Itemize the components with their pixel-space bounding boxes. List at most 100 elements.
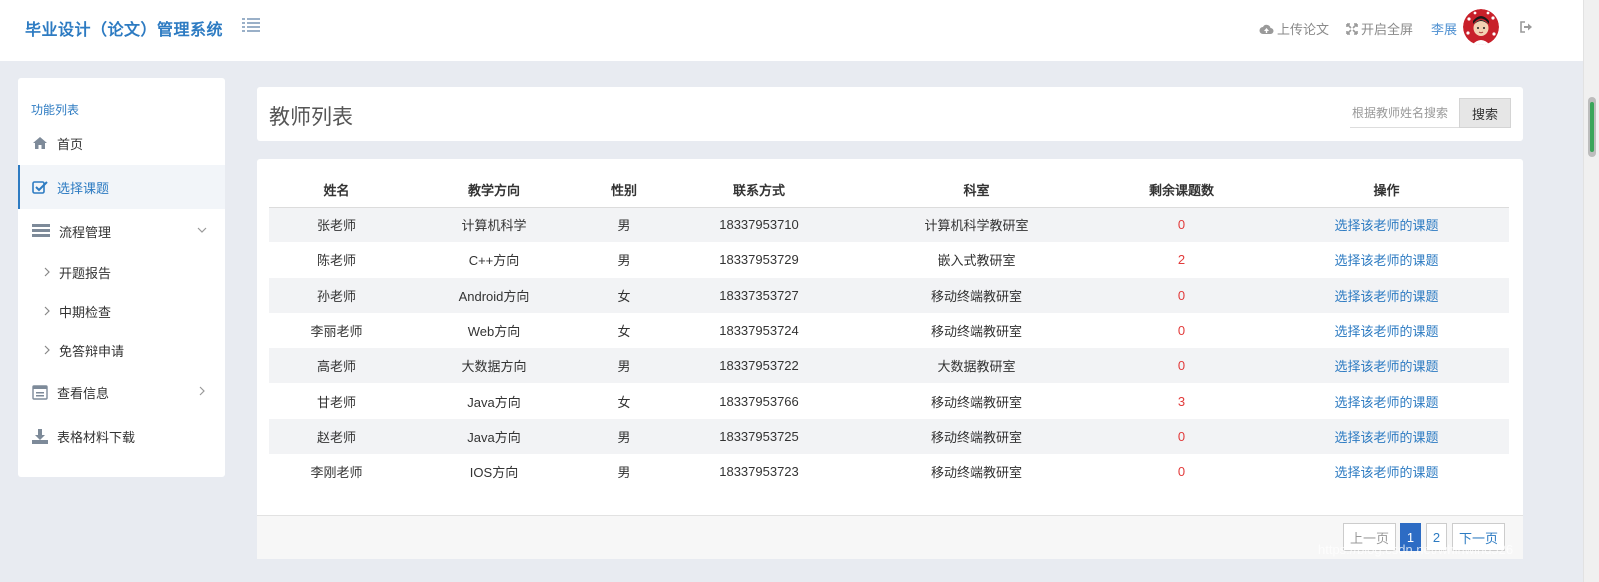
department: 移动终端教研室 (930, 394, 1022, 410)
teacher-table-panel: 姓名 教学方向 性别 联系方式 科室 剩余课题数 操作 张老师 计算机科学 男 … (257, 159, 1523, 559)
sidebar-subitem-proposal[interactable]: 开题报告 (18, 254, 225, 290)
info-card-icon (32, 384, 48, 400)
table-row: 孙老师 Android方向 女 18337353727 移动终端教研室 0 选择… (269, 277, 1509, 313)
phone: 18337953710 (664, 207, 854, 243)
sidebar-item-select-topic[interactable]: 选择课题 (18, 165, 225, 209)
gender: 男 (617, 253, 631, 269)
user-avatar-icon (1463, 9, 1499, 45)
gender: 男 (584, 207, 664, 243)
select-teacher-topics-link[interactable]: 选择该老师的课题 (1264, 207, 1509, 243)
phone: 18337953724 (719, 323, 799, 339)
teaching-direction: C++方向 (468, 253, 520, 269)
column-header: 性别 (584, 172, 664, 208)
table-row: 赵老师 Java方向 男 18337953725 移动终端教研室 0 选择该老师… (269, 418, 1509, 455)
teaching-direction: Android方向 (404, 277, 584, 313)
teacher-name: 李丽老师 (310, 324, 363, 340)
fullscreen-button[interactable]: 开启全屏 (1346, 19, 1413, 38)
sidebar-item-label: 查看信息 (57, 385, 110, 401)
table-header-row: 姓名 教学方向 性别 联系方式 科室 剩余课题数 操作 (269, 172, 1509, 208)
column-header: 教学方向 (404, 172, 584, 208)
app-title: 毕业设计（论文）管理系统 (25, 22, 224, 39)
phone: 18337953725 (664, 418, 854, 455)
select-teacher-topics-link[interactable]: 选择该老师的课题 (1264, 242, 1509, 277)
select-teacher-topics-link[interactable]: 选择该老师的课题 (1264, 277, 1509, 313)
remaining-topics: 0 (1099, 348, 1264, 384)
sidebar-item-process[interactable]: 流程管理 (18, 209, 225, 253)
phone: 18337953729 (719, 252, 799, 268)
phone: 18337353727 (664, 277, 854, 313)
phone: 18337953722 (664, 348, 854, 384)
sidebar-item-view-info[interactable]: 查看信息 (18, 370, 225, 414)
search-input[interactable] (1350, 98, 1461, 128)
sidebar-item-label: 流程管理 (59, 224, 112, 240)
teacher-name: 李刚老师 (310, 465, 363, 481)
sidebar-item-label: 表格材料下载 (57, 429, 136, 445)
chevron-down-icon (197, 227, 207, 233)
scrollbar[interactable] (1583, 0, 1599, 582)
select-teacher-topics-link[interactable]: 选择该老师的课题 (1264, 348, 1509, 384)
chevron-right-icon (44, 306, 50, 316)
gender: 男 (584, 348, 664, 384)
home-icon (33, 137, 47, 149)
teacher-name: 孙老师 (269, 277, 404, 313)
upload-paper-label: 上传论文 (1277, 22, 1330, 37)
column-header: 姓名 (269, 172, 404, 208)
teacher-name: 张老师 (269, 207, 404, 243)
teacher-name: 陈老师 (316, 253, 356, 269)
table-row: 甘老师 Java方向 女 18337953766 移动终端教研室 3 选择该老师… (269, 383, 1509, 418)
department: 大数据教研室 (854, 348, 1099, 384)
sidebar-subitem-label: 免答辩申请 (59, 343, 125, 359)
teaching-direction: Java方向 (467, 394, 521, 410)
watermark: https://blog.csdn.net/whirlwind526 (1318, 542, 1514, 557)
column-header: 科室 (854, 172, 1099, 208)
chevron-right-icon (44, 267, 50, 277)
chevron-right-icon (199, 386, 205, 396)
cloud-upload-icon (1259, 24, 1274, 34)
select-teacher-topics-link[interactable]: 选择该老师的课题 (1264, 454, 1509, 489)
department: 移动终端教研室 (854, 418, 1099, 455)
upload-paper-button[interactable]: 上传论文 (1259, 19, 1329, 38)
gender: 女 (584, 277, 664, 313)
table-row: 李刚老师 IOS方向 男 18337953723 移动终端教研室 0 选择该老师… (269, 454, 1509, 489)
table-row: 张老师 计算机科学 男 18337953710 计算机科学教研室 0 选择该老师… (269, 207, 1509, 243)
department: 移动终端教研室 (854, 277, 1099, 313)
gender: 男 (584, 418, 664, 455)
select-teacher-topics-link[interactable]: 选择该老师的课题 (1264, 418, 1509, 455)
teacher-table: 姓名 教学方向 性别 联系方式 科室 剩余课题数 操作 张老师 计算机科学 男 … (269, 172, 1509, 489)
sidebar-item-home[interactable]: 首页 (18, 121, 225, 165)
column-header: 剩余课题数 (1099, 172, 1264, 208)
sidebar-subitem-midterm[interactable]: 中期检查 (18, 293, 225, 329)
phone: 18337953766 (719, 393, 799, 409)
remaining-topics: 0 (1177, 323, 1186, 339)
scrollbar-thumb[interactable] (1588, 97, 1596, 157)
remaining-topics: 3 (1177, 393, 1186, 409)
teaching-direction: Web方向 (467, 324, 521, 340)
sidebar-item-label: 选择课题 (57, 180, 110, 196)
avatar[interactable] (1463, 9, 1499, 45)
phone: 18337953723 (719, 464, 799, 480)
sidebar-item-downloads[interactable]: 表格材料下载 (18, 414, 225, 458)
sidebar-item-label: 首页 (57, 136, 84, 152)
title-panel: 教师列表 搜索 (257, 87, 1523, 141)
logout-icon[interactable] (1519, 20, 1533, 34)
gender: 男 (617, 465, 631, 481)
teaching-direction: 计算机科学 (404, 207, 584, 243)
fullscreen-label: 开启全屏 (1361, 22, 1414, 37)
column-header: 操作 (1264, 172, 1509, 208)
menu-toggle-icon[interactable] (242, 17, 260, 33)
sidebar-subitem-label: 中期检查 (59, 304, 112, 320)
remaining-topics: 2 (1177, 252, 1186, 268)
remaining-topics: 0 (1099, 277, 1264, 313)
user-name[interactable]: 李展 (1431, 19, 1457, 38)
sidebar-subitem-defense-exemption[interactable]: 免答辩申请 (18, 332, 225, 368)
teaching-direction: Java方向 (404, 418, 584, 455)
teacher-name: 甘老师 (316, 394, 356, 410)
teacher-name: 高老师 (269, 348, 404, 384)
department: 计算机科学教研室 (854, 207, 1099, 243)
department: 移动终端教研室 (930, 465, 1022, 481)
select-teacher-topics-link[interactable]: 选择该老师的课题 (1264, 313, 1509, 348)
remaining-topics: 0 (1177, 464, 1186, 480)
sidebar-caption: 功能列表 (31, 103, 80, 117)
search-button[interactable]: 搜索 (1459, 98, 1511, 128)
select-teacher-topics-link[interactable]: 选择该老师的课题 (1264, 383, 1509, 418)
